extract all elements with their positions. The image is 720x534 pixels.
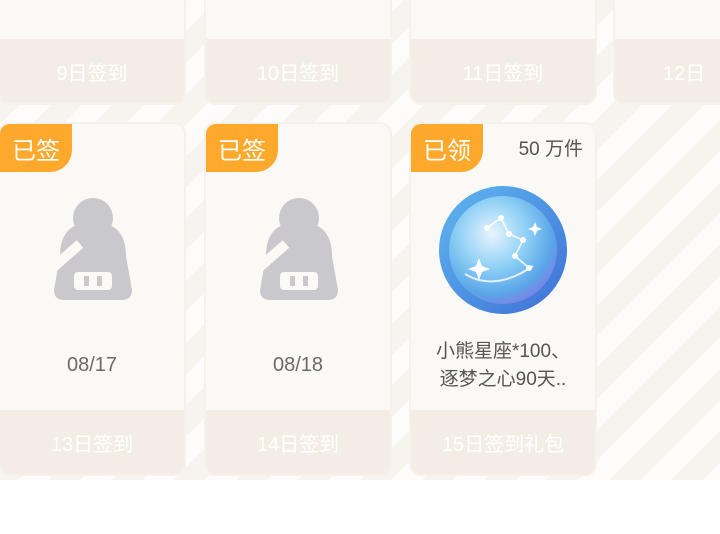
day-card-13[interactable]: 已签 08/17 13日签到 — [0, 122, 186, 476]
status-badge: 已签 — [206, 124, 278, 172]
reward-description: 小熊星座*100、 逐梦之心90天.. — [411, 338, 595, 394]
day-card-10[interactable]: 10日签到 — [204, 0, 392, 105]
day-card-footer: 15日签到礼包 — [411, 410, 595, 474]
status-badge: 已领 — [411, 124, 483, 172]
day-card-label: 10日签到 — [256, 62, 340, 85]
day-card-12[interactable]: 12日 — [613, 0, 720, 105]
day-card-label: 9日签到 — [56, 62, 128, 85]
reward-description-line: 逐梦之心90天.. — [439, 369, 567, 390]
day-card-label: 15日签到礼包 — [441, 433, 565, 456]
signin-grid: 9日签到 10日签到 11日签到 12日 已签 08/17 13日签到 已签 0… — [0, 0, 720, 534]
day-card-footer: 11日签到 — [411, 39, 595, 103]
user-placeholder-icon — [44, 198, 132, 300]
day-card-footer: 9日签到 — [0, 39, 184, 103]
constellation-coin-icon — [439, 186, 567, 314]
day-card-footer: 10日签到 — [206, 39, 390, 103]
day-card-label: 13日签到 — [50, 433, 134, 456]
reward-description-line: 小熊星座*100、 — [435, 341, 571, 362]
day-card-label: 14日签到 — [256, 433, 340, 456]
day-card-footer: 13日签到 — [0, 410, 184, 474]
user-placeholder-icon — [250, 198, 338, 300]
day-card-date: 08/17 — [66, 354, 118, 376]
day-card-label: 11日签到 — [462, 62, 544, 85]
day-card-11[interactable]: 11日签到 — [409, 0, 597, 105]
reward-quantity: 50 万件 — [518, 139, 583, 160]
day-card-date: 08/18 — [272, 354, 324, 376]
day-card-footer: 12日 — [615, 39, 720, 103]
day-card-15-gift[interactable]: 已领 50 万件 小熊星座*100、 逐梦之心90天.. 15日签到礼包 — [409, 122, 597, 476]
status-badge: 已签 — [0, 124, 72, 172]
day-card-14[interactable]: 已签 08/18 14日签到 — [204, 122, 392, 476]
day-card-9[interactable]: 9日签到 — [0, 0, 186, 105]
day-card-footer: 14日签到 — [206, 410, 390, 474]
day-card-label: 12日 — [663, 62, 706, 85]
